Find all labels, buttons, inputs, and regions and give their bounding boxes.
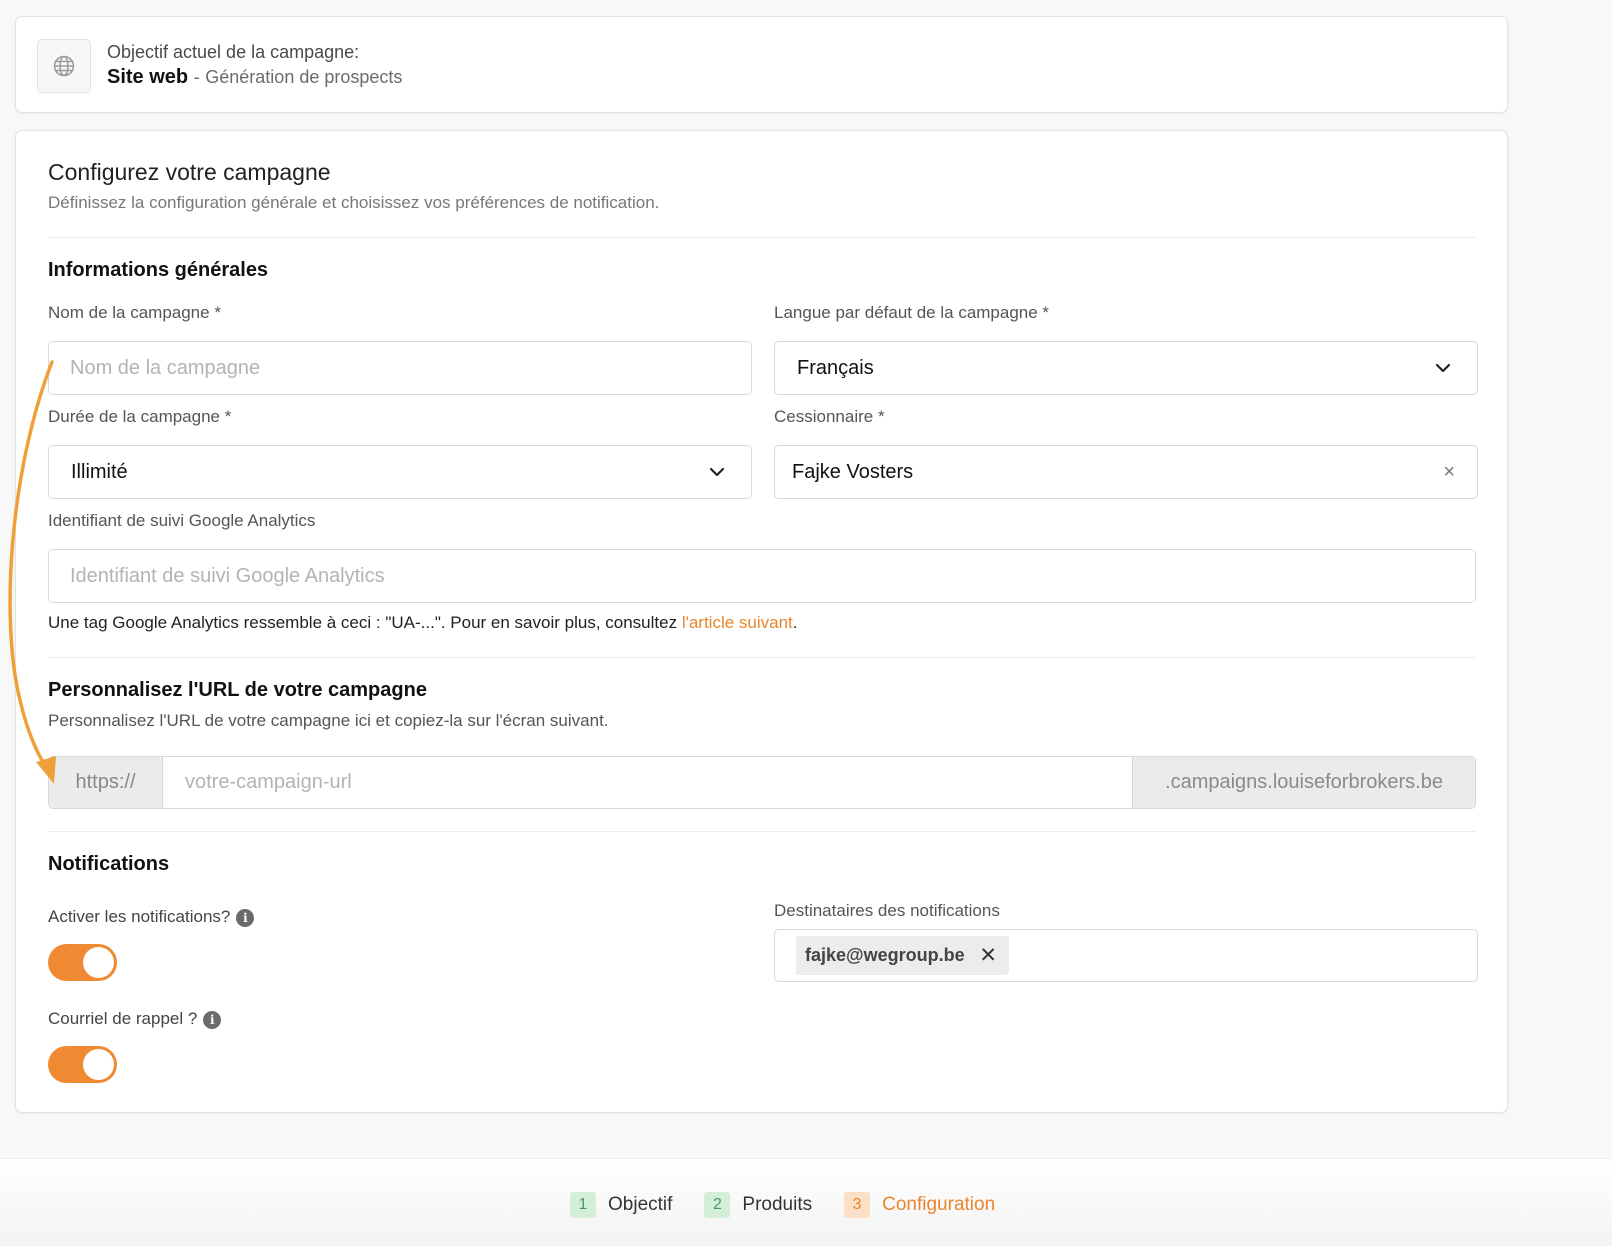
reminder-email-text: Courriel de rappel ?: [48, 1009, 198, 1028]
chevron-down-icon: [709, 467, 725, 477]
language-label: Langue par défaut de la campagne *: [774, 303, 1050, 322]
divider: [48, 657, 1476, 658]
goal-separator: -: [193, 67, 200, 87]
ga-field[interactable]: [48, 549, 1476, 603]
divider: [48, 237, 1476, 238]
clear-icon[interactable]: ×: [1443, 461, 1455, 484]
goal-value: Site web - Génération de prospects: [107, 66, 402, 89]
reminder-email-toggle[interactable]: [48, 1046, 117, 1083]
info-icon[interactable]: i: [236, 908, 255, 927]
page-title: Configurez votre campagne: [48, 159, 331, 185]
ga-input[interactable]: [49, 550, 1475, 602]
step-produits[interactable]: 2 Produits: [704, 1192, 812, 1218]
goal-value-main: Site web: [107, 66, 189, 88]
language-value: Français: [797, 356, 874, 379]
step-label: Objectif: [608, 1194, 673, 1215]
current-goal-card: Objectif actuel de la campagne: Site web…: [15, 16, 1508, 113]
recipients-field[interactable]: fajke@wegroup.be ✕: [774, 929, 1478, 982]
step-objectif[interactable]: 1 Objectif: [570, 1192, 672, 1218]
page-subtitle: Définissez la configuration générale et …: [48, 193, 660, 212]
goal-icon-box: [37, 39, 91, 93]
reminder-email-label: Courriel de rappel ? i: [48, 1009, 222, 1029]
campaign-url-group: https:// .campaigns.louiseforbrokers.be: [48, 756, 1476, 809]
recipient-tag: fajke@wegroup.be ✕: [796, 936, 1009, 975]
duration-label: Durée de la campagne *: [48, 407, 232, 426]
campaign-url-input[interactable]: [163, 757, 1132, 808]
language-select[interactable]: Français: [774, 341, 1478, 395]
notifications-section-title: Notifications: [48, 853, 170, 875]
step-label: Configuration: [882, 1194, 996, 1215]
goal-value-sub: Génération de prospects: [205, 67, 403, 87]
remove-tag-icon[interactable]: ✕: [979, 943, 997, 968]
chevron-down-icon: [1435, 363, 1451, 373]
campaign-name-field[interactable]: [48, 341, 752, 395]
url-section-subtitle: Personnalisez l'URL de votre campagne ic…: [48, 711, 609, 730]
recipient-tag-text: fajke@wegroup.be: [805, 945, 965, 965]
stepper: 1 Objectif 2 Produits 3 Configuration: [570, 1192, 1027, 1218]
url-section-title: Personnalisez l'URL de votre campagne: [48, 679, 427, 701]
goal-label: Objectif actuel de la campagne:: [107, 42, 360, 62]
info-icon[interactable]: i: [203, 1010, 222, 1029]
url-suffix: .campaigns.louiseforbrokers.be: [1132, 757, 1475, 808]
ga-help-after: .: [792, 613, 798, 632]
step-configuration[interactable]: 3 Configuration: [844, 1192, 995, 1218]
divider: [48, 831, 1476, 832]
enable-notifications-label: Activer les notifications? i: [48, 907, 255, 927]
assignee-label: Cessionnaire *: [774, 407, 885, 426]
step-number: 1: [570, 1192, 596, 1218]
assignee-value: Fajke Vosters: [792, 460, 914, 483]
ga-label: Identifiant de suivi Google Analytics: [48, 511, 316, 530]
general-section-title: Informations générales: [48, 259, 269, 281]
ga-help-link[interactable]: l'article suivant: [682, 613, 793, 632]
campaign-name-label: Nom de la campagne *: [48, 303, 221, 322]
step-number: 3: [844, 1192, 871, 1218]
step-label: Produits: [742, 1194, 813, 1215]
step-number: 2: [704, 1192, 731, 1218]
assignee-select[interactable]: Fajke Vosters ×: [774, 445, 1478, 499]
duration-select[interactable]: Illimité: [48, 445, 752, 499]
ga-help-before: Une tag Google Analytics ressemble à cec…: [48, 613, 682, 632]
campaign-name-input[interactable]: [49, 342, 751, 394]
globe-icon: [53, 55, 75, 77]
duration-value: Illimité: [71, 460, 128, 483]
recipients-label: Destinataires des notifications: [774, 901, 1000, 920]
ga-help-text: Une tag Google Analytics ressemble à cec…: [48, 613, 798, 633]
enable-notifications-toggle[interactable]: [48, 944, 117, 981]
enable-notifications-text: Activer les notifications?: [48, 907, 231, 926]
toggle-knob: [83, 1049, 114, 1080]
url-prefix: https://: [49, 757, 163, 808]
url-input-wrapper[interactable]: [163, 757, 1132, 808]
toggle-knob: [83, 947, 114, 978]
